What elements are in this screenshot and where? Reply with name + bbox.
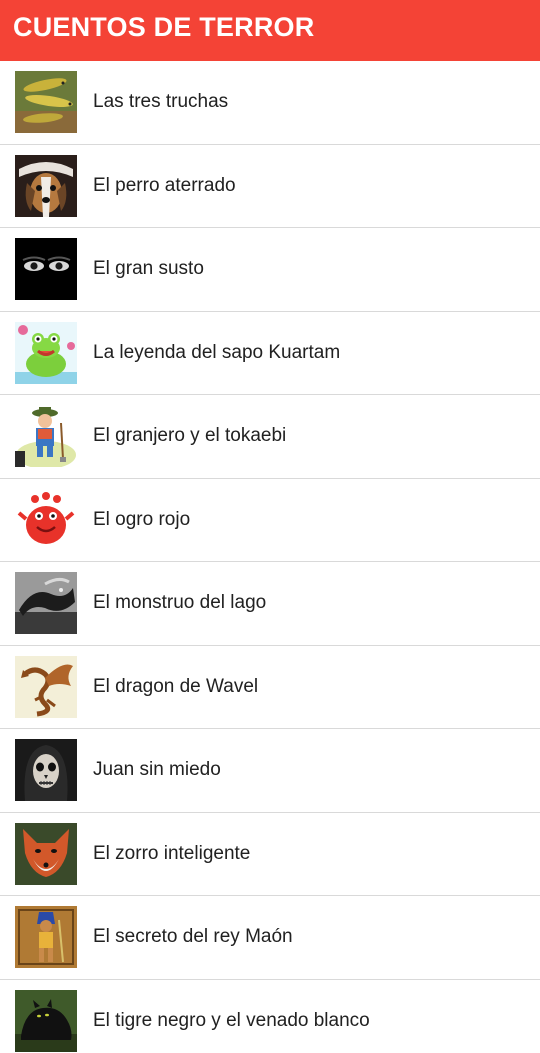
list-item[interactable]: Las tres truchas	[0, 61, 540, 145]
lake-monster-thumbnail-icon	[15, 572, 77, 635]
farmer-thumbnail-icon	[15, 405, 77, 468]
list-item[interactable]: El secreto del rey Maón	[0, 896, 540, 980]
list-item[interactable]: El perro aterrado	[0, 145, 540, 228]
egyptian-king-thumbnail-icon	[15, 906, 77, 969]
list-item[interactable]: El ogro rojo	[0, 479, 540, 562]
skull-face-thumbnail-icon	[15, 739, 77, 802]
list-item[interactable]: El zorro inteligente	[0, 813, 540, 896]
list-item[interactable]: Juan sin miedo	[0, 729, 540, 813]
story-title: El tigre negro y el venado blanco	[93, 1009, 370, 1031]
dog-thumbnail-icon	[15, 154, 77, 217]
list-item[interactable]: La leyenda del sapo Kuartam	[0, 312, 540, 395]
fox-thumbnail-icon	[15, 822, 77, 885]
story-title: El zorro inteligente	[93, 842, 251, 864]
black-panther-thumbnail-icon	[15, 989, 77, 1052]
story-title: El monstruo del lago	[93, 592, 267, 614]
list-item[interactable]: El monstruo del lago	[0, 562, 540, 646]
app-screen: CUENTOS DE TERROR Las tres truchas El pe…	[0, 0, 540, 1053]
trout-thumbnail-icon	[15, 71, 77, 134]
story-title: El granjero y el tokaebi	[93, 425, 287, 447]
story-title: Las tres truchas	[93, 91, 229, 113]
story-title: El secreto del rey Maón	[93, 926, 293, 948]
list-item[interactable]: El tigre negro y el venado blanco	[0, 980, 540, 1053]
list-item[interactable]: El gran susto	[0, 228, 540, 312]
story-title: El gran susto	[93, 258, 204, 280]
eyes-in-dark-thumbnail-icon	[15, 238, 77, 301]
story-list: Las tres truchas El perro aterrado El gr…	[0, 61, 540, 1053]
dragon-thumbnail-icon	[15, 655, 77, 718]
red-ogre-thumbnail-icon	[15, 488, 77, 551]
story-title: El perro aterrado	[93, 174, 236, 196]
frog-thumbnail-icon	[15, 321, 77, 384]
list-item[interactable]: El granjero y el tokaebi	[0, 395, 540, 479]
story-title: El dragon de Wavel	[93, 675, 259, 697]
story-title: Juan sin miedo	[93, 759, 221, 781]
story-title: El ogro rojo	[93, 508, 191, 530]
app-title: CUENTOS DE TERROR	[13, 12, 315, 42]
app-bar: CUENTOS DE TERROR	[0, 0, 540, 61]
story-title: La leyenda del sapo Kuartam	[93, 341, 341, 363]
list-item[interactable]: El dragon de Wavel	[0, 646, 540, 729]
